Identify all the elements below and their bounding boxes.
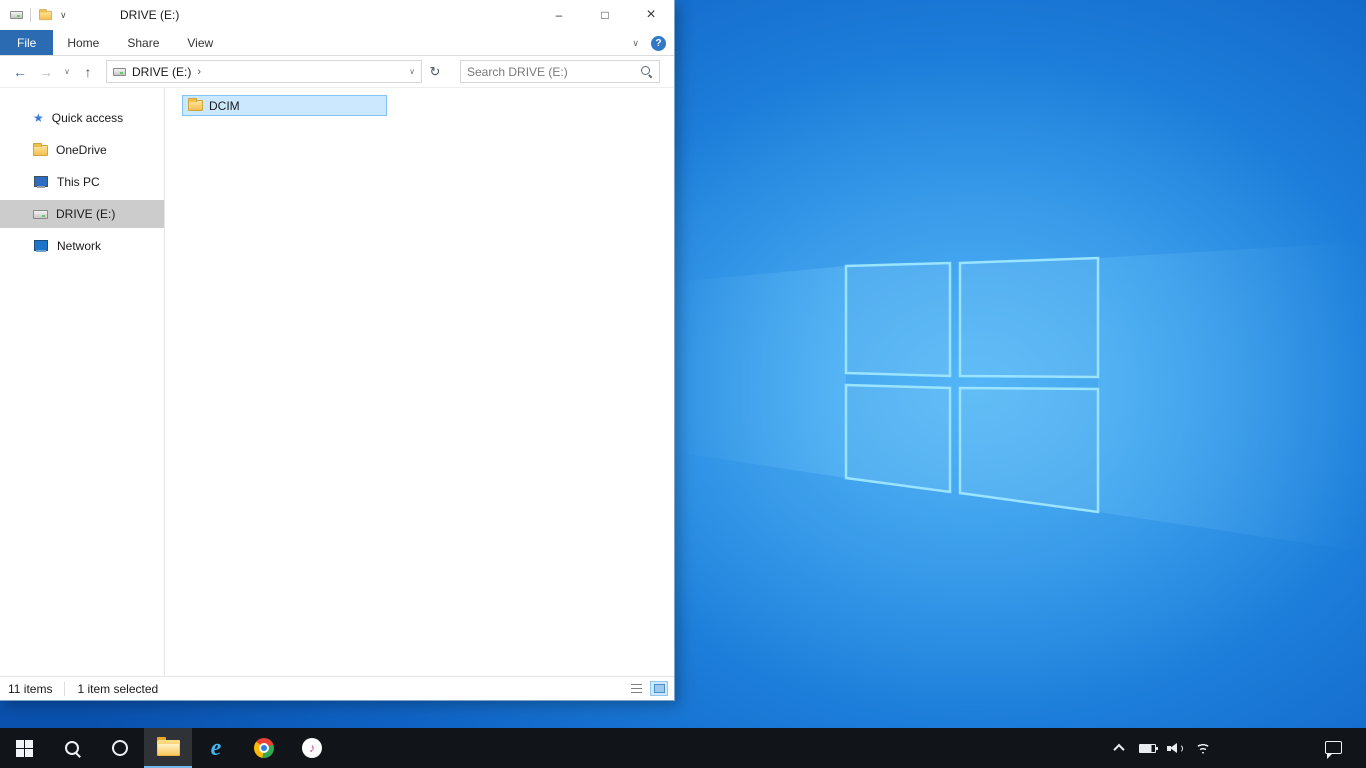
help-icon[interactable]: ?	[651, 35, 666, 51]
folder-icon	[156, 737, 180, 756]
network-tray-button[interactable]	[1194, 739, 1212, 757]
drive-icon	[10, 11, 23, 19]
battery-tray-button[interactable]	[1138, 739, 1158, 757]
sound-wave-icon	[1178, 743, 1183, 753]
minimize-button[interactable]: –	[536, 0, 582, 30]
sidebar-item-label: Network	[57, 239, 102, 253]
refresh-icon[interactable]: ↻	[424, 64, 446, 80]
chevron-right-icon[interactable]: ›	[197, 66, 201, 78]
battery-icon	[1138, 743, 1158, 753]
view-toggles	[627, 681, 668, 696]
network-icon	[33, 240, 49, 252]
navigation-bar: ← → ∨ ↑ DRIVE (E:) › ∨ ↻	[0, 56, 674, 88]
file-item-dcim[interactable]: DCIM	[182, 95, 387, 116]
taskbar-search-button[interactable]	[48, 728, 96, 768]
file-name: DCIM	[209, 98, 240, 113]
ribbon-tabs: File Home Share View ∨ ?	[0, 30, 674, 56]
up-button[interactable]: ↑	[76, 64, 100, 80]
folder-icon[interactable]	[39, 8, 52, 20]
status-bar: 11 items 1 item selected	[0, 676, 674, 700]
light-beam-left	[675, 266, 846, 478]
star-icon: ★	[33, 111, 44, 125]
taskbar: e ♪	[0, 728, 1366, 768]
chevron-down-icon[interactable]: ∨	[60, 10, 67, 21]
sidebar-item-this-pc[interactable]: This PC	[0, 168, 164, 196]
details-view-icon	[630, 684, 642, 693]
search-box[interactable]	[460, 60, 660, 83]
windows-logo	[844, 256, 1100, 514]
details-view-button[interactable]	[627, 681, 645, 696]
taskbar-buttons: e ♪	[0, 728, 336, 768]
sidebar-item-label: OneDrive	[56, 143, 107, 157]
breadcrumb[interactable]: DRIVE (E:)	[132, 65, 191, 79]
sidebar-item-label: This PC	[57, 175, 100, 189]
light-beam-right	[1098, 242, 1366, 552]
chrome-icon	[254, 738, 274, 758]
address-bar[interactable]: DRIVE (E:) › ∨	[106, 60, 422, 83]
onedrive-folder-icon	[33, 142, 48, 156]
maximize-button[interactable]: □	[582, 0, 628, 30]
titlebar[interactable]: ∨ DRIVE (E:) – □ ×	[0, 0, 674, 30]
ie-icon: e	[210, 735, 222, 761]
sidebar-item-label: DRIVE (E:)	[56, 207, 116, 221]
itunes-taskbar-button[interactable]: ♪	[288, 728, 336, 768]
file-explorer-taskbar-button[interactable]	[144, 728, 192, 768]
close-button[interactable]: ×	[628, 0, 674, 30]
search-input[interactable]	[467, 64, 640, 79]
action-center-button[interactable]	[1325, 741, 1342, 759]
system-tray	[1110, 728, 1212, 768]
expand-ribbon-icon[interactable]: ∨	[632, 38, 639, 49]
volume-tray-button[interactable]	[1166, 739, 1184, 757]
windows-logo-icon	[15, 739, 33, 757]
tab-share[interactable]: Share	[113, 30, 173, 55]
recent-locations-icon[interactable]: ∨	[60, 67, 74, 76]
cortana-button[interactable]	[96, 728, 144, 768]
back-button[interactable]: ←	[8, 64, 32, 80]
file-explorer-window: ∨ DRIVE (E:) – □ × File Home Share View …	[0, 0, 675, 701]
computer-icon	[33, 176, 49, 188]
wifi-icon	[1195, 742, 1211, 754]
search-icon[interactable]	[640, 65, 653, 78]
window-body: ★ Quick access OneDrive This PC DRIVE (E…	[0, 88, 674, 676]
drive-icon	[113, 67, 126, 76]
internet-explorer-taskbar-button[interactable]: e	[192, 728, 240, 768]
tab-home[interactable]: Home	[53, 30, 113, 55]
ribbon-right-controls: ∨ ?	[632, 30, 666, 56]
address-dropdown-icon[interactable]: ∨	[409, 67, 415, 76]
drive-icon	[33, 209, 48, 219]
selection-count: 1 item selected	[64, 681, 158, 696]
quick-access-toolbar: ∨	[0, 8, 67, 22]
large-icons-view-button[interactable]	[650, 681, 668, 696]
large-icons-view-icon	[653, 684, 665, 693]
show-hidden-icons-button[interactable]	[1110, 739, 1128, 757]
navigation-pane: ★ Quick access OneDrive This PC DRIVE (E…	[0, 88, 165, 676]
window-controls: – □ ×	[536, 0, 674, 30]
itunes-icon: ♪	[302, 738, 322, 758]
tab-file[interactable]: File	[0, 30, 54, 55]
folder-icon	[188, 98, 203, 111]
sidebar-item-drive-e[interactable]: DRIVE (E:)	[0, 200, 164, 228]
forward-button[interactable]: →	[34, 64, 58, 80]
tab-view[interactable]: View	[173, 30, 227, 55]
sidebar-item-onedrive[interactable]: OneDrive	[0, 136, 164, 164]
sidebar-item-network[interactable]: Network	[0, 232, 164, 260]
file-list[interactable]: DCIM	[165, 88, 674, 676]
chevron-up-icon	[1113, 743, 1125, 756]
item-count: 11 items	[8, 681, 53, 696]
music-note-icon: ♪	[309, 741, 315, 755]
search-icon	[64, 740, 81, 757]
window-title: DRIVE (E:)	[120, 8, 180, 22]
sidebar-item-label: Quick access	[51, 111, 124, 125]
cortana-circle-icon	[112, 740, 128, 756]
speaker-icon	[1167, 742, 1183, 755]
start-button[interactable]	[0, 728, 48, 768]
sidebar-item-quick-access[interactable]: ★ Quick access	[0, 104, 164, 132]
chrome-taskbar-button[interactable]	[240, 728, 288, 768]
separator	[30, 8, 31, 22]
